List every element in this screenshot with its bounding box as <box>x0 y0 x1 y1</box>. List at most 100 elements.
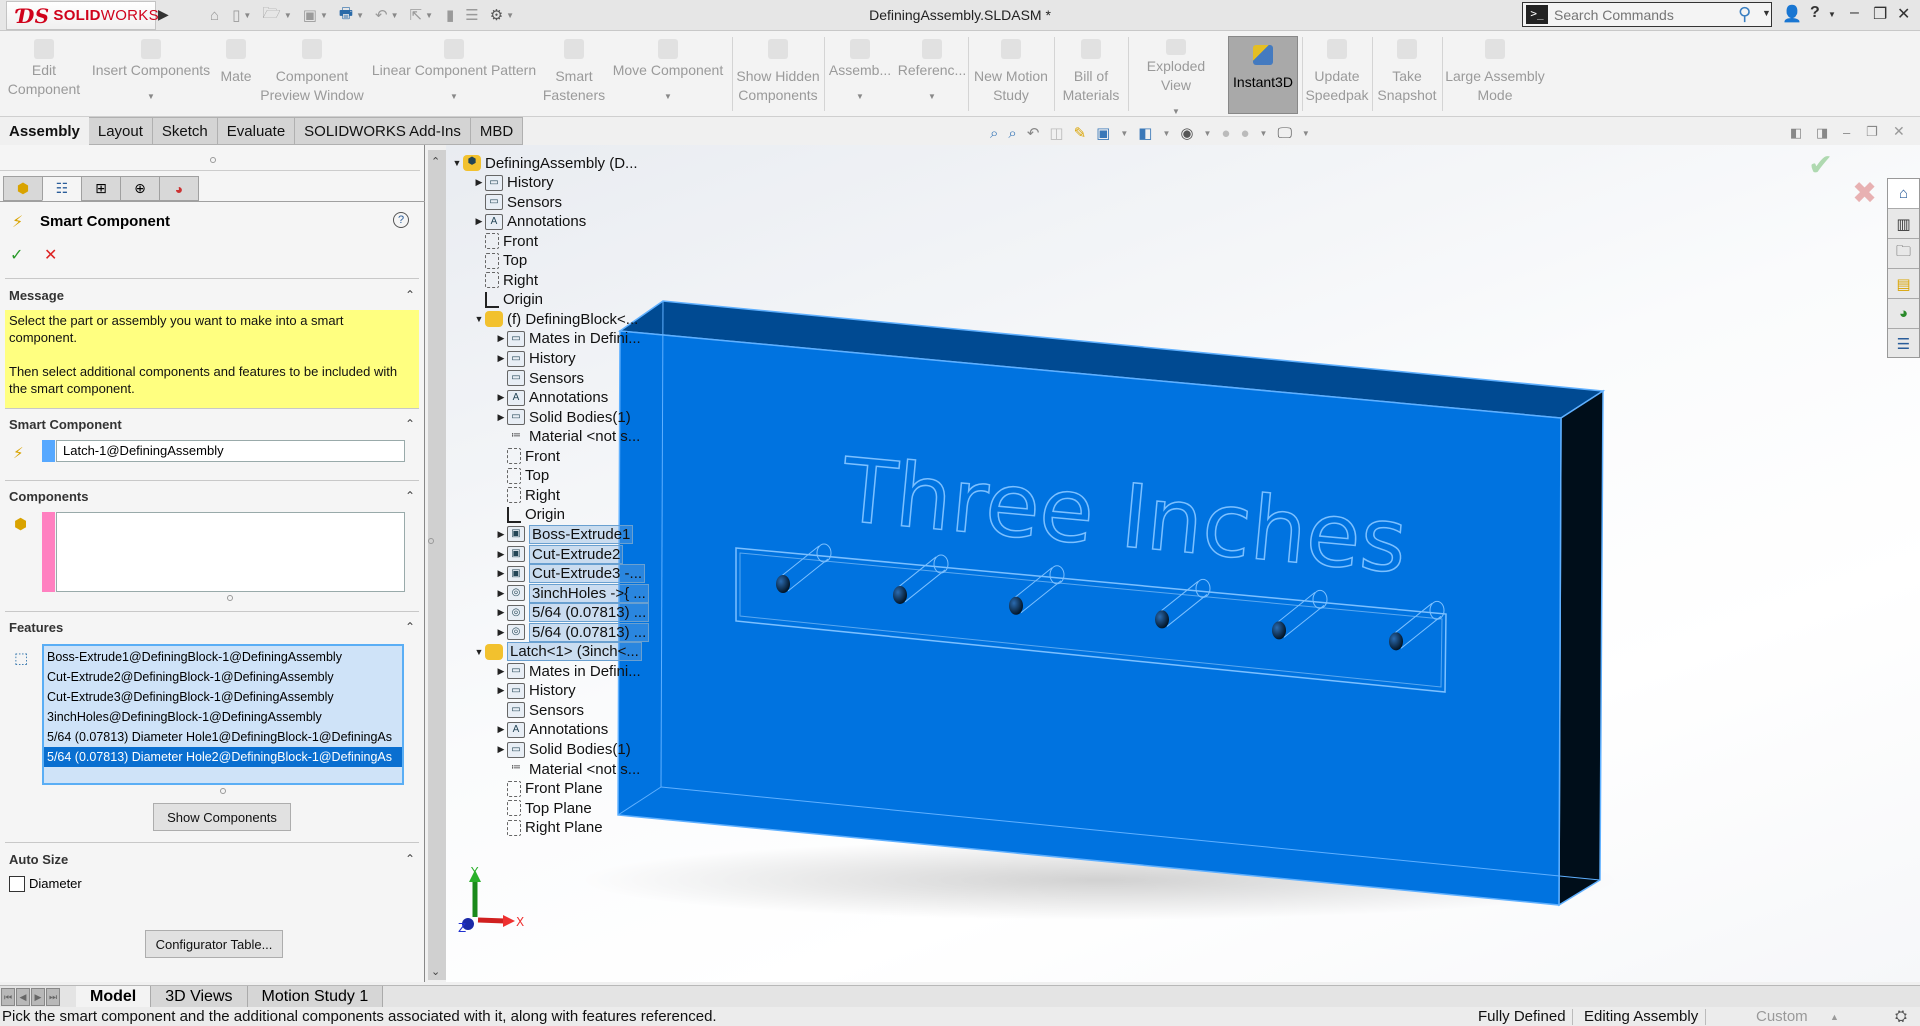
tree-item[interactable]: Right Plane <box>495 817 603 839</box>
tile-left-icon[interactable]: ◧ <box>1790 125 1802 141</box>
unit-system-dropdown-icon[interactable]: ▲ <box>1830 1012 1839 1022</box>
solidworks-resources-tab[interactable]: ⌂ <box>1888 179 1919 209</box>
status-message: Pick the smart component and the additio… <box>2 1008 717 1025</box>
tree-item-label: 5/64 (0.07813) ... <box>529 622 650 642</box>
expand-toggle-icon[interactable]: ▶ <box>495 666 507 677</box>
tree-item-label: Latch<1> (3inch<... <box>507 642 642 662</box>
assembly-icon: ⬢ <box>463 155 481 171</box>
part-icon <box>485 311 503 328</box>
view-orientation-icon[interactable]: ▣ <box>1096 124 1110 142</box>
tree-item-label: Cut-Extrude2 <box>529 544 624 564</box>
tree-item-label: Annotations <box>507 213 587 231</box>
viewport-close-icon[interactable]: ✕ <box>1893 123 1905 140</box>
folder-icon: ▭ <box>507 741 525 758</box>
hole[interactable] <box>1389 632 1403 651</box>
tree-item-label: Sensors <box>529 701 585 719</box>
hole[interactable] <box>1155 610 1169 629</box>
tab-3d-views[interactable]: 3D Views <box>151 985 248 1008</box>
rebuild-status-icon[interactable]: ⛭ <box>1895 1008 1907 1025</box>
custom-properties-tab[interactable]: ☰ <box>1888 329 1919 359</box>
expand-toggle-icon[interactable]: ▶ <box>495 529 507 540</box>
expand-toggle-icon[interactable]: ▶ <box>495 607 507 618</box>
tree-item-label: Front <box>525 447 561 465</box>
tile-right-icon[interactable]: ◨ <box>1816 125 1828 141</box>
expand-toggle-icon[interactable]: ▼ <box>451 158 463 168</box>
previous-view-icon[interactable]: ↶ <box>1027 124 1040 142</box>
tree-item-label: Annotations <box>529 721 609 739</box>
view-palette-tab[interactable]: ▤ <box>1888 269 1919 299</box>
tree-item-label: Origin <box>503 291 544 309</box>
display-style-icon[interactable]: ◧ <box>1138 124 1152 142</box>
tree-item-label: Boss-Extrude1 <box>529 524 634 544</box>
viewport-restore-icon[interactable]: ❐ <box>1866 124 1878 140</box>
confirmation-ok-icon[interactable]: ✔ <box>1808 148 1833 183</box>
expand-toggle-icon[interactable]: ▶ <box>495 392 507 403</box>
plane-icon <box>507 819 521 836</box>
section-view-icon[interactable]: ◫ <box>1049 124 1063 142</box>
tree-item-label: DefiningAssembly (D... <box>485 154 638 172</box>
expand-toggle-icon[interactable]: ▶ <box>495 412 507 423</box>
folder-icon: ▭ <box>507 370 525 387</box>
expand-toggle-icon[interactable]: ▶ <box>495 744 507 755</box>
expand-toggle-icon[interactable]: ▶ <box>495 724 507 735</box>
bottom-tabs-bar: ⏮ ◀ ▶ ⏭ Model 3D Views Motion Study 1 <box>0 985 1920 1008</box>
first-tab-icon[interactable]: ⏮ <box>1 987 15 1006</box>
plane-icon <box>485 272 499 289</box>
plane-icon <box>507 800 521 817</box>
view-orientation-dropdown-icon[interactable]: ▼ <box>1120 129 1128 138</box>
unit-system-selector[interactable]: Custom <box>1756 1008 1808 1025</box>
expand-toggle-icon[interactable]: ▶ <box>495 353 507 364</box>
design-library-icon: ▥ <box>1896 215 1911 233</box>
previous-tab-icon[interactable]: ◀ <box>16 987 30 1006</box>
apply-scene-icon[interactable]: ● <box>1240 125 1249 142</box>
expand-toggle-icon[interactable]: ▶ <box>473 177 485 188</box>
material-icon: ≔ <box>511 429 521 441</box>
next-tab-icon[interactable]: ▶ <box>31 987 45 1006</box>
view-settings-icon[interactable]: 🖵 <box>1277 125 1291 142</box>
tree-item-label: History <box>507 174 554 192</box>
feature-manager-tree: ▼ ⬢ DefiningAssembly (D... ▶ ▭ History ▭ Sensor… <box>427 152 667 982</box>
plane-icon <box>507 780 521 797</box>
view-settings-dropdown-icon[interactable]: ▼ <box>1302 129 1310 138</box>
expand-toggle-icon[interactable]: ▶ <box>473 216 485 227</box>
tree-item-label: Mates in Defini... <box>529 662 641 680</box>
dynamic-annotation-icon[interactable]: ✎ <box>1074 124 1087 142</box>
hide-show-dropdown-icon[interactable]: ▼ <box>1203 129 1211 138</box>
tree-item-label: Sensors <box>529 369 585 387</box>
expand-toggle-icon[interactable]: ▶ <box>495 627 507 638</box>
hide-show-icon[interactable]: ◉ <box>1180 124 1193 142</box>
plane-icon <box>485 252 499 269</box>
design-library-tab[interactable]: ▥ <box>1888 209 1919 239</box>
tab-motion-study-1[interactable]: Motion Study 1 <box>247 985 384 1008</box>
definition-status: Fully Defined <box>1478 1008 1566 1025</box>
zoom-to-fit-icon[interactable]: ⌕ <box>990 125 998 142</box>
expand-toggle-icon[interactable]: ▼ <box>473 647 485 657</box>
hole[interactable] <box>893 585 907 604</box>
hole[interactable] <box>1009 596 1023 615</box>
expand-toggle-icon[interactable]: ▶ <box>495 588 507 599</box>
folder-icon: ▭ <box>507 702 525 719</box>
expand-toggle-icon[interactable]: ▶ <box>495 549 507 560</box>
expand-toggle-icon[interactable]: ▶ <box>495 333 507 344</box>
file-explorer-tab[interactable]: 🗀 <box>1888 239 1919 269</box>
zoom-to-area-icon[interactable]: ⌕ <box>1008 125 1016 142</box>
folder-icon: ▭ <box>507 409 525 426</box>
hole[interactable] <box>1272 621 1286 640</box>
expand-toggle-icon[interactable]: ▶ <box>495 685 507 696</box>
display-style-dropdown-icon[interactable]: ▼ <box>1162 129 1170 138</box>
viewport-minimize-icon[interactable]: – <box>1843 125 1850 140</box>
edit-appearance-icon[interactable]: ● <box>1221 125 1230 142</box>
expand-toggle-icon[interactable]: ▼ <box>473 314 485 324</box>
model-view: Three Inches Y X Z <box>458 300 1620 935</box>
tree-item-label: Material <not s... <box>529 428 641 446</box>
expand-toggle-icon[interactable]: ▶ <box>495 568 507 579</box>
feature-icon: ▣ <box>507 546 525 562</box>
apply-scene-dropdown-icon[interactable]: ▼ <box>1260 129 1268 138</box>
confirmation-cancel-icon[interactable]: ✖ <box>1852 176 1877 211</box>
tree-item-label: Origin <box>525 506 566 524</box>
tree-item-label: Top Plane <box>525 799 592 817</box>
hole[interactable] <box>776 575 790 593</box>
tab-model[interactable]: Model <box>76 985 152 1008</box>
last-tab-icon[interactable]: ⏭ <box>46 987 60 1006</box>
appearances-tab[interactable]: ◕ <box>1888 299 1919 329</box>
